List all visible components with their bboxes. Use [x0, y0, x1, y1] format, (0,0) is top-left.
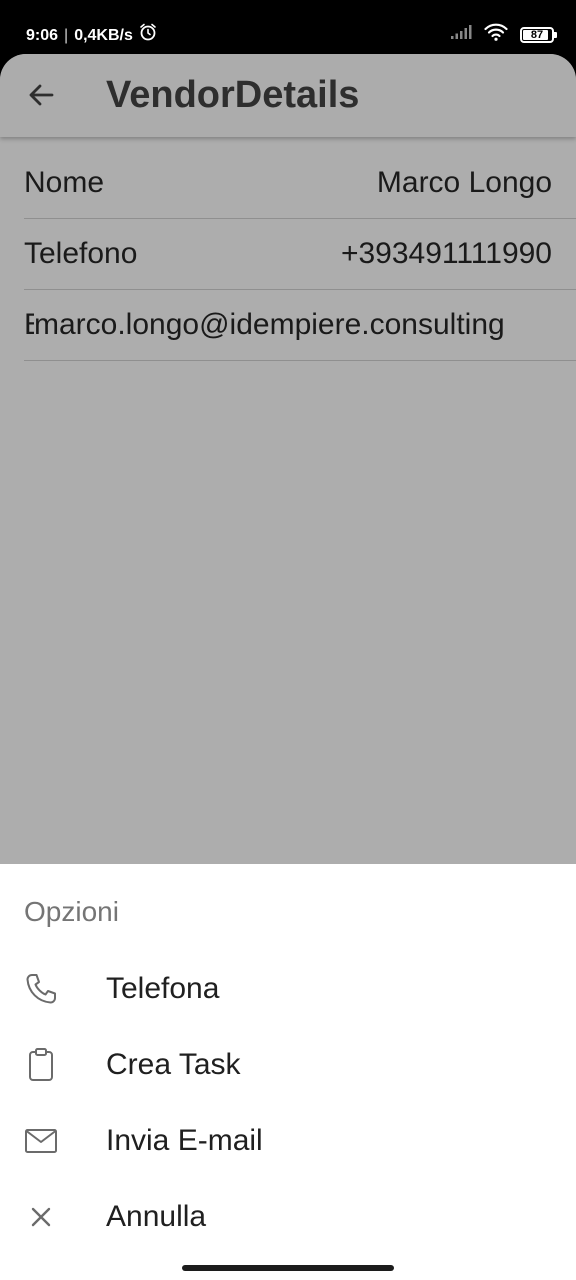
detail-row-email[interactable]: E marco.longo@idempiere.consulting	[24, 290, 576, 361]
network-speed: 0,4KB/s	[74, 27, 133, 44]
status-time: 9:06	[26, 27, 59, 44]
clipboard-icon	[22, 1046, 60, 1084]
options-bottom-sheet: Opzioni Telefona Crea Task Invia E-mail …	[0, 864, 576, 1280]
alarm-icon	[139, 23, 157, 49]
status-left: 9:06 | 0,4KB/s	[26, 23, 157, 49]
option-label: Crea Task	[106, 1048, 241, 1081]
option-label: Annulla	[106, 1200, 207, 1233]
detail-row-nome[interactable]: Nome Marco Longo	[24, 148, 576, 219]
detail-label: Telefono	[24, 237, 138, 270]
wifi-icon	[484, 23, 508, 46]
app-bar: VendorDetails	[0, 54, 576, 137]
option-label: Invia E-mail	[106, 1124, 263, 1157]
back-button[interactable]	[22, 76, 60, 114]
detail-label: Nome	[24, 166, 105, 199]
status-right: 87	[450, 23, 557, 46]
phone-icon	[22, 970, 60, 1008]
page-title: VendorDetails	[106, 74, 360, 116]
mail-icon	[22, 1122, 60, 1160]
option-annulla[interactable]: Annulla	[0, 1182, 576, 1252]
home-indicator[interactable]	[182, 1265, 394, 1271]
detail-value: Marco Longo	[376, 166, 552, 199]
details-list: Nome Marco Longo Telefono +393491111990 …	[24, 148, 576, 361]
status-bar: 9:06 | 0,4KB/s 87	[0, 0, 576, 54]
close-icon	[22, 1198, 60, 1236]
option-telefona[interactable]: Telefona	[0, 954, 576, 1024]
detail-row-telefono[interactable]: Telefono +393491111990	[24, 219, 576, 290]
signal-icon	[450, 24, 472, 45]
status-separator: |	[64, 27, 69, 44]
detail-value: +393491111990	[340, 237, 552, 270]
battery-icon: 87	[520, 26, 557, 43]
detail-value: marco.longo@idempiere.consulting	[34, 308, 505, 341]
option-label: Telefona	[106, 972, 220, 1005]
detail-label: E	[24, 308, 34, 342]
arrow-left-icon	[29, 84, 54, 106]
screen: 9:06 | 0,4KB/s 87 VendorDetails Nome Mar…	[0, 0, 576, 1280]
battery-level: 87	[530, 28, 544, 41]
sheet-title: Opzioni	[24, 896, 119, 927]
option-invia-email[interactable]: Invia E-mail	[0, 1106, 576, 1176]
option-crea-task[interactable]: Crea Task	[0, 1030, 576, 1100]
